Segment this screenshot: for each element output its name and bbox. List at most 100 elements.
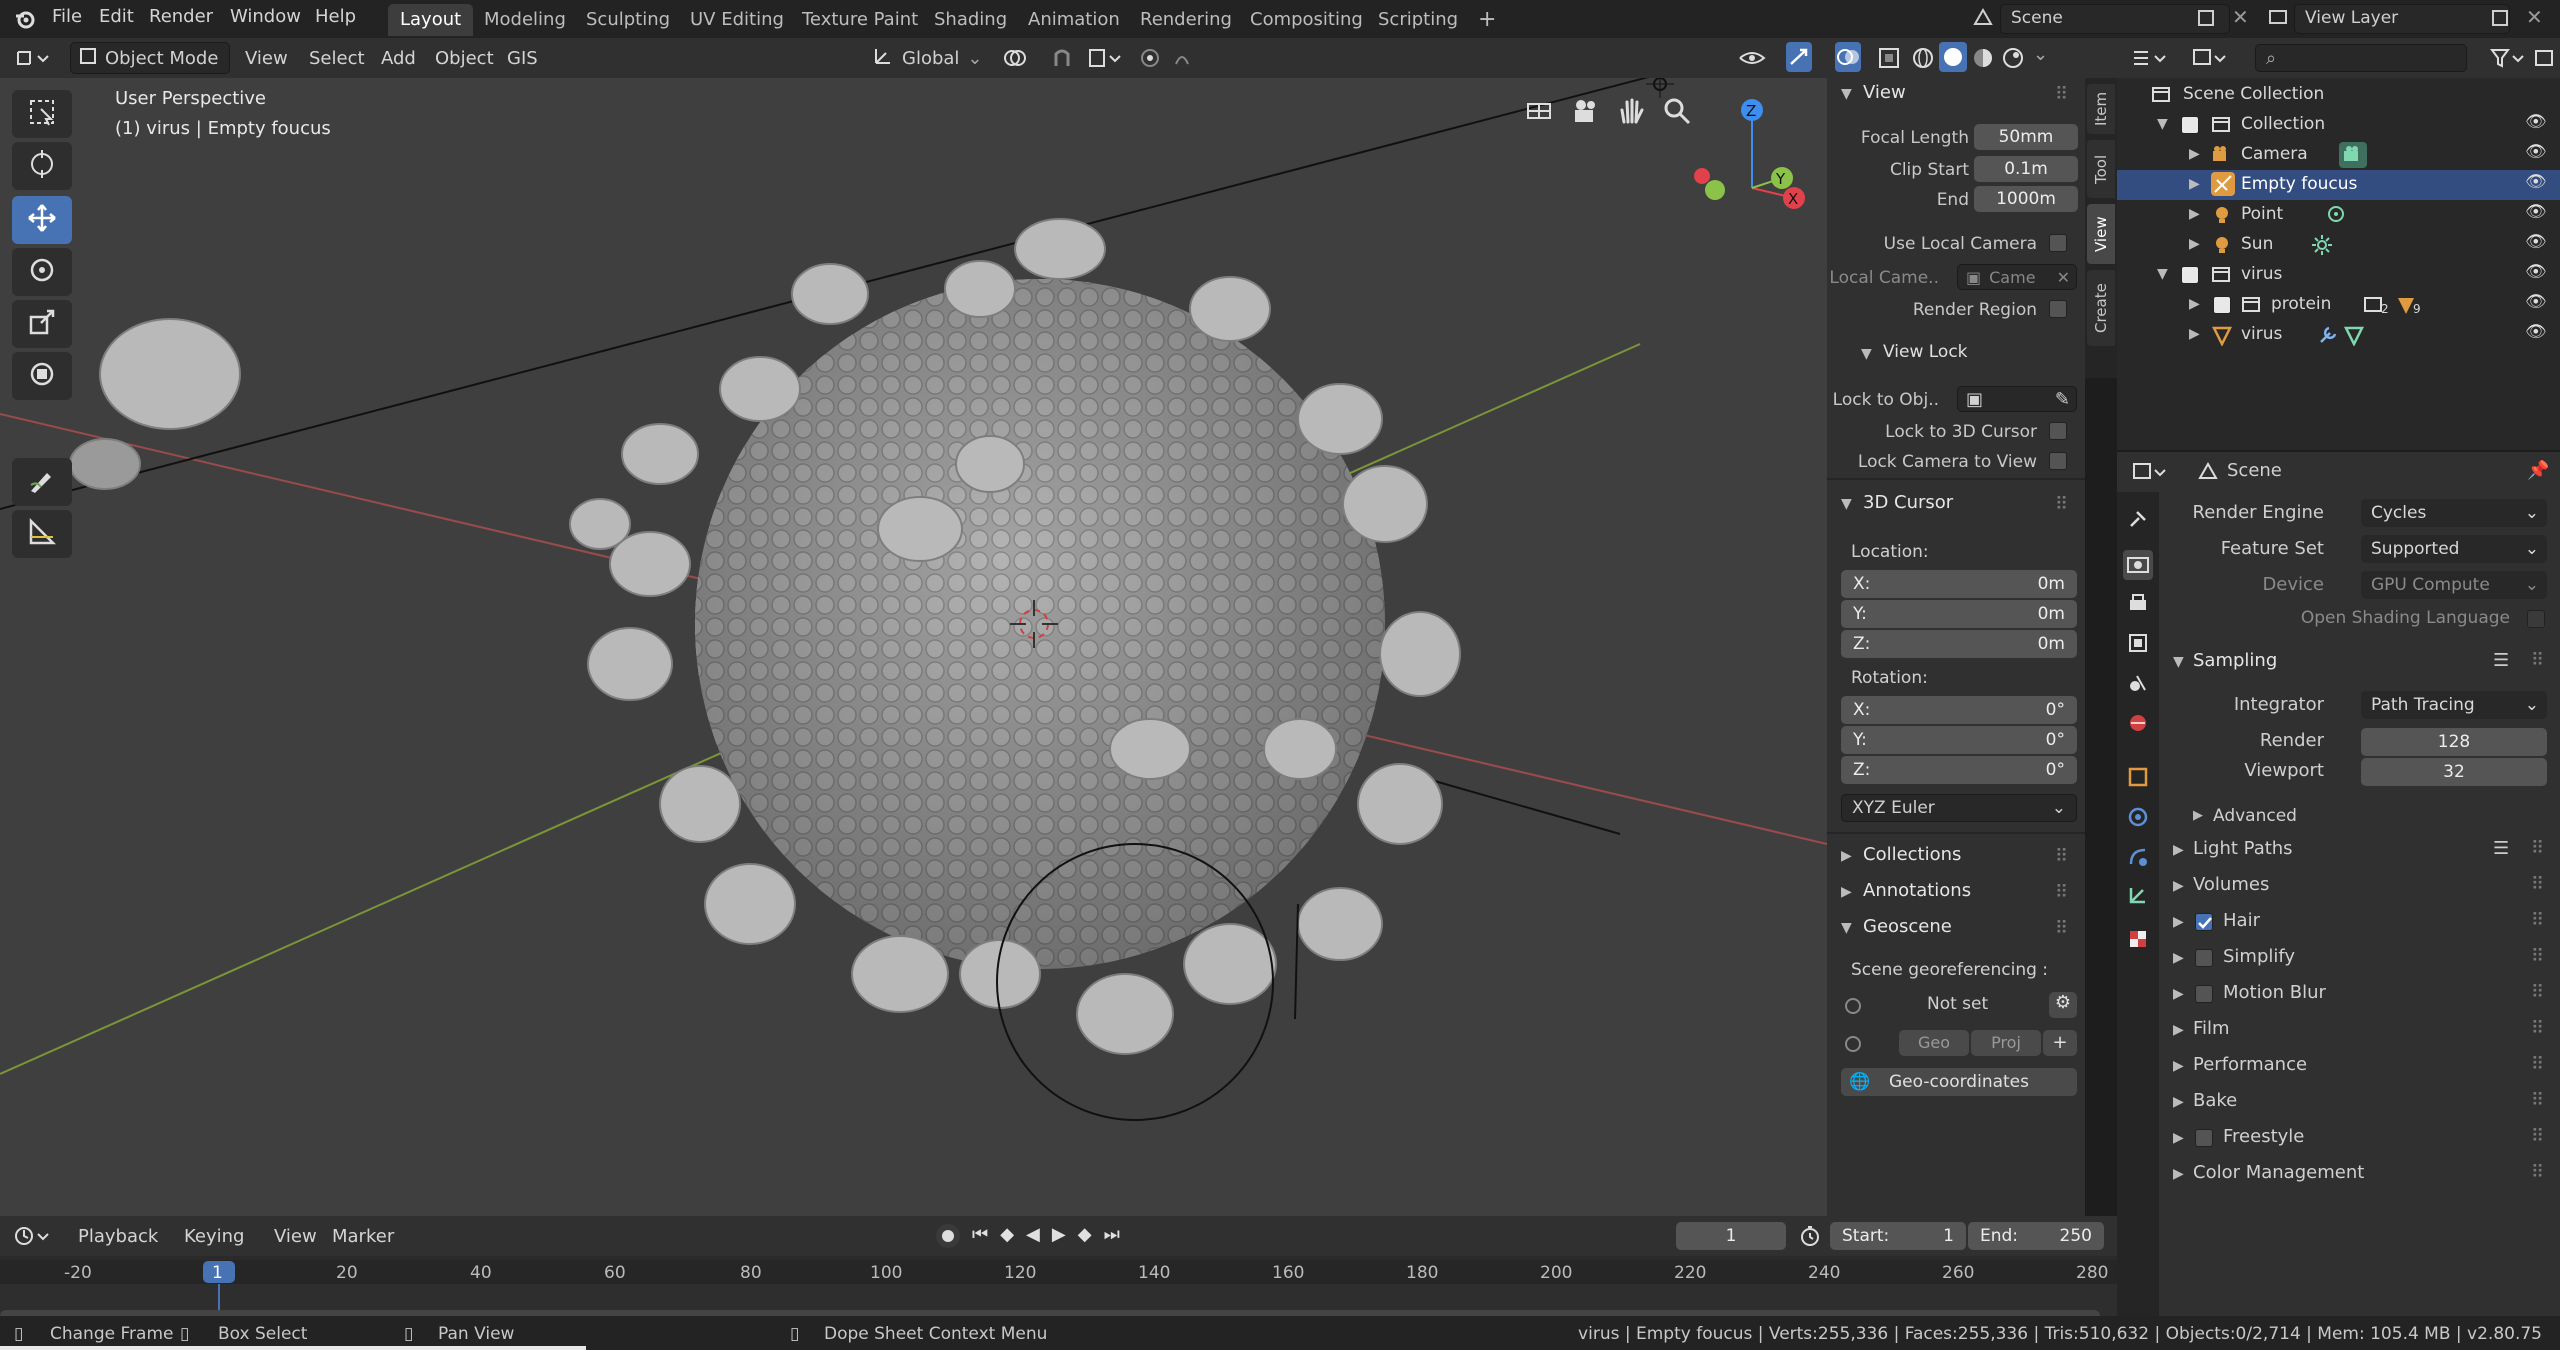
drag-handle-icon[interactable]: ⠿: [2055, 918, 2068, 939]
pin-icon[interactable]: 📌: [2527, 460, 2549, 481]
xray-icon[interactable]: [1877, 46, 1903, 75]
presets-list-icon[interactable]: ☰: [2493, 838, 2509, 859]
drag-handle-icon[interactable]: ⠿: [2531, 1126, 2544, 1147]
focal-length-field[interactable]: 50mm: [1974, 124, 2078, 150]
copy-scene-icon[interactable]: [2196, 8, 2218, 30]
collapse-view-lock-icon[interactable]: ▼: [1861, 346, 1872, 362]
tab-compositing[interactable]: Compositing: [1238, 4, 1375, 36]
volumes-panel[interactable]: ▶ Volumes ⠿: [2117, 870, 2560, 904]
feature-set-dropdown[interactable]: Supported ⌄: [2361, 535, 2547, 563]
render-region-checkbox[interactable]: [2049, 300, 2067, 318]
expand-collections-icon[interactable]: ▶: [1841, 848, 1852, 864]
measure-tool[interactable]: [12, 510, 72, 558]
add-crs-button[interactable]: +: [2043, 1030, 2077, 1056]
mode-selector[interactable]: Object Mode: [70, 42, 230, 74]
expand-advanced-icon[interactable]: ▶: [2193, 808, 2203, 823]
view-lock-title[interactable]: View Lock: [1883, 342, 1968, 362]
snap-target-icon[interactable]: [1086, 46, 1126, 75]
geo-radio[interactable]: [1845, 1036, 1861, 1052]
expand-hair-icon[interactable]: ▶: [2173, 914, 2184, 930]
clear-field-icon[interactable]: ✕: [2057, 268, 2070, 287]
expand-bake-icon[interactable]: ▶: [2173, 1094, 2184, 1110]
collection-checkbox[interactable]: [2181, 116, 2199, 134]
lock-to-object-field[interactable]: ▣ ✎: [1957, 386, 2077, 412]
cursor-rotation-x-field[interactable]: X: 0°: [1841, 696, 2077, 724]
outliner-row-scene-collection[interactable]: Scene Collection: [2117, 80, 2560, 110]
not-set-radio[interactable]: [1845, 998, 1861, 1014]
modifier-wrench-icon[interactable]: [2317, 324, 2339, 351]
cursor-location-z-field[interactable]: Z: 0m: [1841, 630, 2077, 658]
stopwatch-icon[interactable]: [1798, 1224, 1822, 1253]
eye-icon[interactable]: 👁: [2525, 262, 2547, 282]
end-frame-field[interactable]: End: 250: [1968, 1222, 2104, 1250]
sampling-panel-header[interactable]: ▼ Sampling ☰ ⠿: [2117, 646, 2560, 680]
light-paths-panel[interactable]: ▶ Light Paths ☰ ⠿: [2117, 834, 2560, 868]
outliner-row-sun[interactable]: ▶ Sun 👁: [2117, 230, 2560, 260]
close-view-layer-icon[interactable]: ✕: [2526, 5, 2543, 29]
eye-icon[interactable]: 👁: [2525, 232, 2547, 252]
expand-freestyle-icon[interactable]: ▶: [2173, 1130, 2184, 1146]
move-tool[interactable]: [12, 196, 72, 244]
collapse-virus-collection-icon[interactable]: ▼: [2157, 266, 2168, 282]
tab-layout[interactable]: Layout: [388, 4, 474, 36]
record-icon[interactable]: [936, 1224, 960, 1248]
expand-color-management-icon[interactable]: ▶: [2173, 1166, 2184, 1182]
gizmo-toggle-icon[interactable]: [1786, 42, 1812, 72]
cursor-tool[interactable]: [12, 142, 72, 190]
camera-icon[interactable]: [1570, 96, 1600, 131]
drag-handle-icon[interactable]: ⠿: [2531, 910, 2544, 931]
drag-handle-icon[interactable]: ⠿: [2055, 494, 2068, 515]
sun-light-data-icon[interactable]: [2311, 234, 2333, 261]
cursor-location-y-field[interactable]: Y: 0m: [1841, 600, 2077, 628]
collections-section-title[interactable]: Collections: [1863, 844, 1961, 865]
advanced-subpanel[interactable]: ▶ Advanced: [2117, 800, 2560, 834]
device-dropdown[interactable]: GPU Compute ⌄: [2361, 571, 2547, 599]
transform-tool[interactable]: [12, 352, 72, 400]
toggle-camera-view-icon[interactable]: [1524, 96, 1554, 131]
vp-menu-object[interactable]: Object: [435, 48, 494, 69]
outliner-row-protein[interactable]: ▶ protein 2 9 👁: [2117, 290, 2560, 320]
integrator-dropdown[interactable]: Path Tracing ⌄: [2361, 691, 2547, 719]
camera-data-icon[interactable]: [2339, 142, 2367, 168]
scale-tool[interactable]: [12, 300, 72, 348]
close-scene-icon[interactable]: ✕: [2232, 5, 2249, 29]
drag-handle-icon[interactable]: ⠿: [2531, 874, 2544, 895]
outliner-row-virus-object[interactable]: ▶ virus 👁: [2117, 320, 2560, 350]
cursor-location-x-field[interactable]: X: 0m: [1841, 570, 2077, 598]
rotation-mode-dropdown[interactable]: XYZ Euler ⌄: [1841, 794, 2077, 822]
hair-panel[interactable]: ▶ Hair ⠿: [2117, 906, 2560, 940]
outliner-row-empty-focus[interactable]: ▶ Empty foucus 👁: [2117, 170, 2560, 200]
prev-keyframe-icon[interactable]: ◆: [1000, 1224, 1014, 1245]
eye-icon[interactable]: 👁: [2525, 322, 2547, 342]
viewport-3d[interactable]: User Perspective (1) virus | Empty foucu…: [0, 44, 1827, 1216]
point-light-data-icon[interactable]: [2325, 204, 2347, 231]
zoom-icon[interactable]: [1662, 96, 1692, 131]
visibility-icon[interactable]: [1738, 46, 1778, 75]
film-panel[interactable]: ▶ Film ⠿: [2117, 1014, 2560, 1048]
proj-button[interactable]: Proj: [1971, 1030, 2041, 1056]
hair-checkbox[interactable]: [2195, 913, 2213, 931]
menu-render[interactable]: Render: [149, 6, 213, 27]
drag-handle-icon[interactable]: ⠿: [2531, 946, 2544, 967]
view-layer-icon[interactable]: [2268, 6, 2290, 30]
eye-icon[interactable]: 👁: [2525, 202, 2547, 222]
collapse-geoscene-icon[interactable]: ▼: [1841, 920, 1852, 936]
orientation-selector[interactable]: Global ⌄: [872, 42, 983, 74]
bake-panel[interactable]: ▶ Bake ⠿: [2117, 1086, 2560, 1120]
outliner-row-camera[interactable]: ▶ Camera 👁: [2117, 140, 2560, 170]
vp-menu-add[interactable]: Add: [381, 48, 416, 69]
eye-icon[interactable]: 👁: [2525, 112, 2547, 132]
expand-performance-icon[interactable]: ▶: [2173, 1058, 2184, 1074]
freestyle-checkbox[interactable]: [2195, 1129, 2213, 1147]
presets-list-icon[interactable]: ☰: [2493, 650, 2509, 671]
drag-handle-icon[interactable]: ⠿: [2531, 1054, 2544, 1075]
overlay-toggle-icon[interactable]: [1835, 42, 1861, 72]
annotations-section-title[interactable]: Annotations: [1863, 880, 1971, 901]
outliner-editor-icon[interactable]: [2131, 46, 2171, 75]
timeline-menu-view[interactable]: View: [274, 1226, 317, 1247]
collapse-view-icon[interactable]: ▼: [1841, 86, 1852, 102]
expand-sun-icon[interactable]: ▶: [2189, 236, 2200, 252]
expand-point-icon[interactable]: ▶: [2189, 206, 2200, 222]
shading-options-icon[interactable]: ⌄: [2033, 44, 2048, 65]
viewport-samples-field[interactable]: 32: [2361, 758, 2547, 786]
